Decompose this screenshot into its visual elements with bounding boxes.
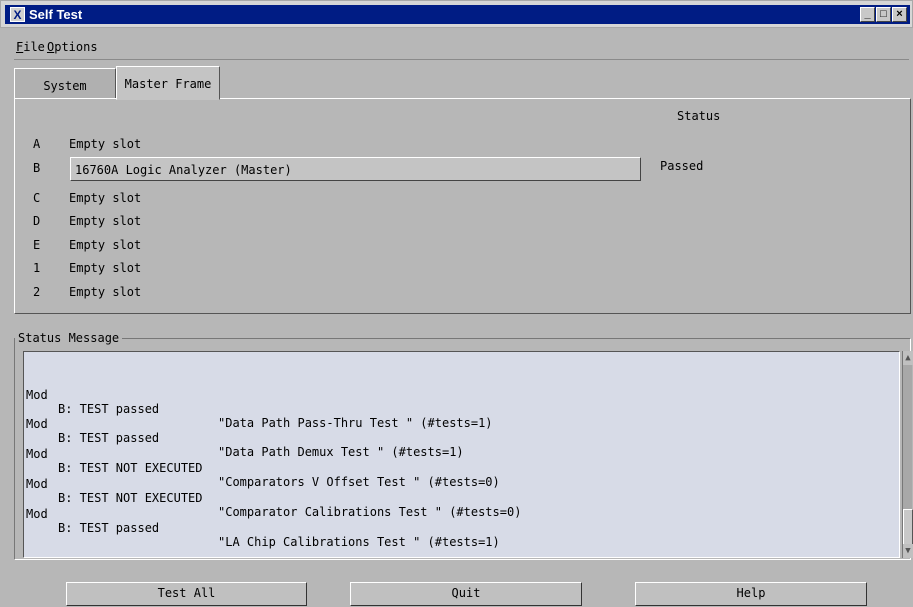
slot-letter: C [33, 191, 41, 205]
message-line: Mod B: TEST NOT EXECUTED "Comparators V … [26, 433, 500, 489]
message-line: Mod B: TEST passed "Data Path Pass-Thru … [26, 374, 493, 430]
message-mod: Mod [26, 417, 48, 431]
menu-options[interactable]: Options [47, 40, 98, 54]
maximize-button[interactable]: □ [876, 7, 891, 22]
slot-b-status: Passed [660, 159, 704, 173]
slot-name: Empty slot [69, 137, 142, 151]
message-line: Mod B: TEST NOT EXECUTED "Comparator Cal… [26, 463, 521, 519]
slot-name: Empty slot [69, 285, 142, 299]
menu-file[interactable]: File [16, 40, 45, 54]
message-test: "Comparators V Offset Test " (#tests=0) [218, 475, 500, 489]
slot-row-c: C Empty slot [15, 187, 910, 209]
slot-letter: A [33, 137, 41, 151]
status-column-header: Status [677, 109, 721, 123]
slot-name: Empty slot [69, 191, 142, 205]
slot-row-b: B 16760A Logic Analyzer (Master) Passed [15, 157, 910, 183]
message-result: B: TEST passed [58, 521, 160, 535]
slot-row-a: A Empty slot [15, 133, 910, 155]
message-mod: Mod [26, 447, 48, 461]
test-all-button[interactable]: Test All [66, 582, 307, 606]
slot-name: Empty slot [69, 261, 142, 275]
scroll-down-icon[interactable]: ▼ [903, 544, 913, 558]
slot-letter: 2 [33, 285, 41, 299]
menu-bar: File Options [14, 34, 909, 60]
message-test: "Data Path Pass-Thru Test " (#tests=1) [218, 416, 493, 430]
message-result: B: TEST passed [58, 402, 160, 416]
message-result: B: TEST NOT EXECUTED [58, 461, 203, 475]
help-button[interactable]: Help [635, 582, 867, 606]
window-title: Self Test [29, 7, 83, 22]
slot-row-2: 2 Empty slot [15, 281, 910, 303]
window-icon[interactable]: X [10, 7, 25, 22]
slot-name: Empty slot [69, 214, 142, 228]
slot-letter: D [33, 214, 41, 228]
minimize-button[interactable]: _ [860, 7, 875, 22]
message-line: Mod B: TEST passed "Data Path Demux Test… [26, 403, 464, 459]
slot-name: Empty slot [69, 238, 142, 252]
tab-system[interactable]: System [14, 68, 116, 100]
slot-b-module-button[interactable]: 16760A Logic Analyzer (Master) [70, 157, 641, 181]
slot-letter: E [33, 238, 41, 252]
close-button[interactable]: × [892, 7, 907, 22]
tab-master-frame[interactable]: Master Frame [116, 66, 220, 100]
message-result: B: TEST passed [58, 431, 160, 445]
message-mod: Mod [26, 388, 48, 402]
title-bar-strip[interactable]: X Self Test _ □ × [5, 5, 910, 24]
title-bar: X Self Test _ □ × [0, 0, 913, 28]
message-test: "Comparator Calibrations Test " (#tests=… [218, 505, 522, 519]
slot-row-1: 1 Empty slot [15, 257, 910, 279]
message-test: "LA Chip Calibrations Test " (#tests=1) [218, 535, 500, 549]
quit-button[interactable]: Quit [350, 582, 582, 606]
scroll-thumb[interactable] [903, 509, 913, 547]
status-message-group: Status Message Mod B: TEST passed "Data … [14, 331, 913, 560]
message-mod: Mod [26, 477, 48, 491]
message-result: B: TEST NOT EXECUTED [58, 491, 203, 505]
scroll-up-icon[interactable]: ▲ [903, 351, 913, 365]
master-frame-panel: Status A Empty slot B 16760A Logic Analy… [14, 98, 911, 314]
slot-row-e: E Empty slot [15, 234, 910, 256]
slot-row-d: D Empty slot [15, 210, 910, 232]
message-line: Mod B: TEST passed "LA Chip Calibrations… [26, 493, 500, 549]
slot-letter: B [33, 161, 41, 175]
status-message-box[interactable]: Mod B: TEST passed "Data Path Pass-Thru … [23, 351, 900, 558]
message-test: "Data Path Demux Test " (#tests=1) [218, 445, 464, 459]
status-message-label: Status Message [15, 331, 123, 345]
message-mod: Mod [26, 507, 48, 521]
slot-letter: 1 [33, 261, 41, 275]
message-scrollbar[interactable]: ▲ ▼ [902, 351, 913, 558]
